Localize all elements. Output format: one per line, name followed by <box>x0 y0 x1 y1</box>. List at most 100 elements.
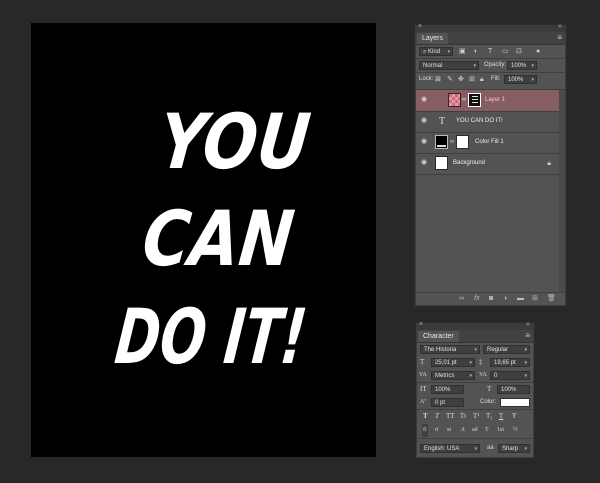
panel-menu-icon[interactable]: ≡ <box>557 32 562 43</box>
kerning-row: VA Metrics VA 0 <box>417 369 533 382</box>
tab-layers[interactable]: Layers <box>417 33 449 44</box>
subscript-button[interactable]: T₁ <box>486 410 493 423</box>
opacity-value: 100% <box>511 63 527 69</box>
text-layer-icon: T <box>439 116 446 127</box>
filter-toggle-icon[interactable]: ● <box>536 45 540 58</box>
background-thumbnail <box>435 156 448 170</box>
layer-row-color-fill[interactable]: ◉ ∞ Color Fill 1 <box>416 132 565 154</box>
tab-character[interactable]: Character <box>418 331 459 342</box>
filter-pixel-icon[interactable]: ▣ <box>459 45 466 58</box>
stylistic-alternates-button[interactable]: ad <box>472 424 478 437</box>
opacity-input[interactable]: 100% <box>507 61 537 70</box>
lock-transparent-icon[interactable]: ⊠ <box>435 73 441 86</box>
font-family-value: The Historia <box>424 347 457 353</box>
close-icon[interactable]: × <box>419 321 423 328</box>
layer-mask-thumbnail[interactable] <box>456 135 469 149</box>
layer-row-background[interactable]: ◉ Background 🔒︎ <box>416 153 565 175</box>
layer-name[interactable]: Color Fill 1 <box>475 132 504 153</box>
scale-row: IT 100% T 100% <box>417 383 533 396</box>
contextual-alternates-button[interactable]: ơ <box>435 424 438 437</box>
lock-pixels-icon[interactable]: ✎ <box>447 73 453 86</box>
close-icon[interactable]: × <box>418 23 422 30</box>
baseline-shift-icon: Aª <box>420 399 426 405</box>
layer-row-text[interactable]: ◉ T YOU CAN DO IT! <box>416 111 565 133</box>
text-color-swatch[interactable] <box>500 398 530 407</box>
layer-filter-row: ⌕ Kind ▣ ◐ T ▭ ⊡ ● <box>416 45 565 58</box>
all-caps-button[interactable]: TT <box>446 410 455 423</box>
link-icon: ∞ <box>462 97 467 103</box>
font-family-select[interactable]: The Historia <box>420 345 480 354</box>
collapse-icon[interactable]: » <box>558 23 562 30</box>
filter-adjustment-icon[interactable]: ◐ <box>474 45 478 58</box>
add-mask-icon[interactable]: ◙ <box>489 294 493 304</box>
character-tab-bar: Character ≡ <box>417 330 533 343</box>
collapse-icon[interactable]: » <box>526 321 530 328</box>
fill-input[interactable]: 100% <box>504 75 537 84</box>
font-row: The Historia Regular <box>417 343 533 356</box>
visibility-eye-icon[interactable]: ◉ <box>419 114 429 128</box>
leading-value: 19,65 pt <box>494 360 516 366</box>
horizontal-scale-value: 100% <box>501 387 517 393</box>
opacity-label: Opacity: <box>484 62 507 68</box>
language-row: English: USA aa Sharp <box>417 442 533 455</box>
horizontal-scale-input[interactable]: 100% <box>497 385 530 394</box>
small-caps-button[interactable]: Tt <box>460 410 466 423</box>
visibility-eye-icon[interactable]: ◉ <box>419 156 429 170</box>
language-select[interactable]: English: USA <box>420 444 480 453</box>
faux-bold-button[interactable]: T <box>423 410 428 423</box>
layer-name[interactable]: Background <box>453 153 485 174</box>
lock-all-icon[interactable]: 🔒︎ <box>480 73 484 86</box>
leading-input[interactable]: 19,65 pt <box>490 358 530 367</box>
layers-panel: × » Layers ≡ ⌕ Kind ▣ ◐ T ▭ ⊡ ● Normal O… <box>415 23 566 306</box>
character-panel: × » Character ≡ The Historia Regular T 2… <box>416 321 534 458</box>
baseline-shift-value: 0 pt <box>435 400 446 406</box>
filter-shape-icon[interactable]: ▭ <box>502 45 509 58</box>
layers-list: ◉ ∞ Layer 1 ◉ T YOU CAN DO IT! ◉ ∞ Color… <box>416 89 565 293</box>
layer-name[interactable]: Layer 1 <box>485 90 505 111</box>
tracking-select[interactable]: 0 <box>490 371 530 380</box>
lock-position-icon[interactable]: ✥ <box>458 73 464 86</box>
swash-button[interactable]: A <box>461 424 465 437</box>
panel-menu-icon[interactable]: ≡ <box>525 330 530 341</box>
new-layer-icon[interactable]: ⊞ <box>532 294 538 304</box>
layers-scrollbar[interactable] <box>559 90 565 293</box>
visibility-eye-icon[interactable]: ◉ <box>419 135 429 149</box>
filter-kind-select[interactable]: ⌕ Kind <box>419 47 453 56</box>
faux-italic-button[interactable]: T <box>435 410 439 423</box>
horizontal-scale-icon: T <box>487 385 492 393</box>
new-group-icon[interactable]: ▬ <box>517 294 524 304</box>
antialias-select[interactable]: Sharp <box>498 444 530 453</box>
filter-type-icon[interactable]: T <box>488 45 492 58</box>
link-layers-icon[interactable]: ∞ <box>459 294 464 304</box>
layer-row-layer-1[interactable]: ◉ ∞ Layer 1 <box>416 90 565 112</box>
adjustment-layer-icon[interactable]: ◑ <box>503 294 507 304</box>
superscript-button[interactable]: T¹ <box>473 410 479 423</box>
filter-smartobject-icon[interactable]: ⊡ <box>516 45 522 58</box>
fill-color-thumbnail[interactable] <box>435 135 448 149</box>
font-size-icon: T <box>420 358 425 366</box>
size-row: T 25,01 pt ‡ 19,65 pt <box>417 356 533 369</box>
fractions-button[interactable]: ½ <box>513 424 518 437</box>
ligatures-button[interactable]: fi <box>422 424 428 437</box>
poster-line-2: CAN <box>139 194 298 283</box>
type-styles-row: T T TT Tt T¹ T₁ T Ŧ <box>417 410 533 424</box>
lock-artboard-icon[interactable]: ⊞ <box>469 73 475 86</box>
vertical-scale-input[interactable]: 100% <box>431 385 464 394</box>
visibility-eye-icon[interactable]: ◉ <box>419 93 429 107</box>
baseline-shift-input[interactable]: 0 pt <box>431 398 464 407</box>
kerning-select[interactable]: Metrics <box>431 371 475 380</box>
layer-name[interactable]: YOU CAN DO IT! <box>456 111 503 132</box>
blend-mode-select[interactable]: Normal <box>419 61 479 70</box>
layers-tab-bar: Layers ≡ <box>416 32 565 45</box>
ordinals-button[interactable]: 1st <box>497 424 504 437</box>
fx-icon[interactable]: fx <box>474 294 479 304</box>
titling-alternates-button[interactable]: T <box>485 424 489 437</box>
font-size-input[interactable]: 25,01 pt <box>431 358 475 367</box>
discretionary-ligatures-button[interactable]: st <box>447 424 451 437</box>
layer-mask-thumbnail[interactable] <box>468 93 481 107</box>
underline-button[interactable]: T <box>499 410 503 423</box>
document-canvas[interactable]: YOU CAN DO IT! <box>31 23 376 457</box>
font-style-select[interactable]: Regular <box>483 345 530 354</box>
trash-icon[interactable]: 🗑︎ <box>547 294 556 304</box>
strikethrough-button[interactable]: Ŧ <box>512 410 516 423</box>
